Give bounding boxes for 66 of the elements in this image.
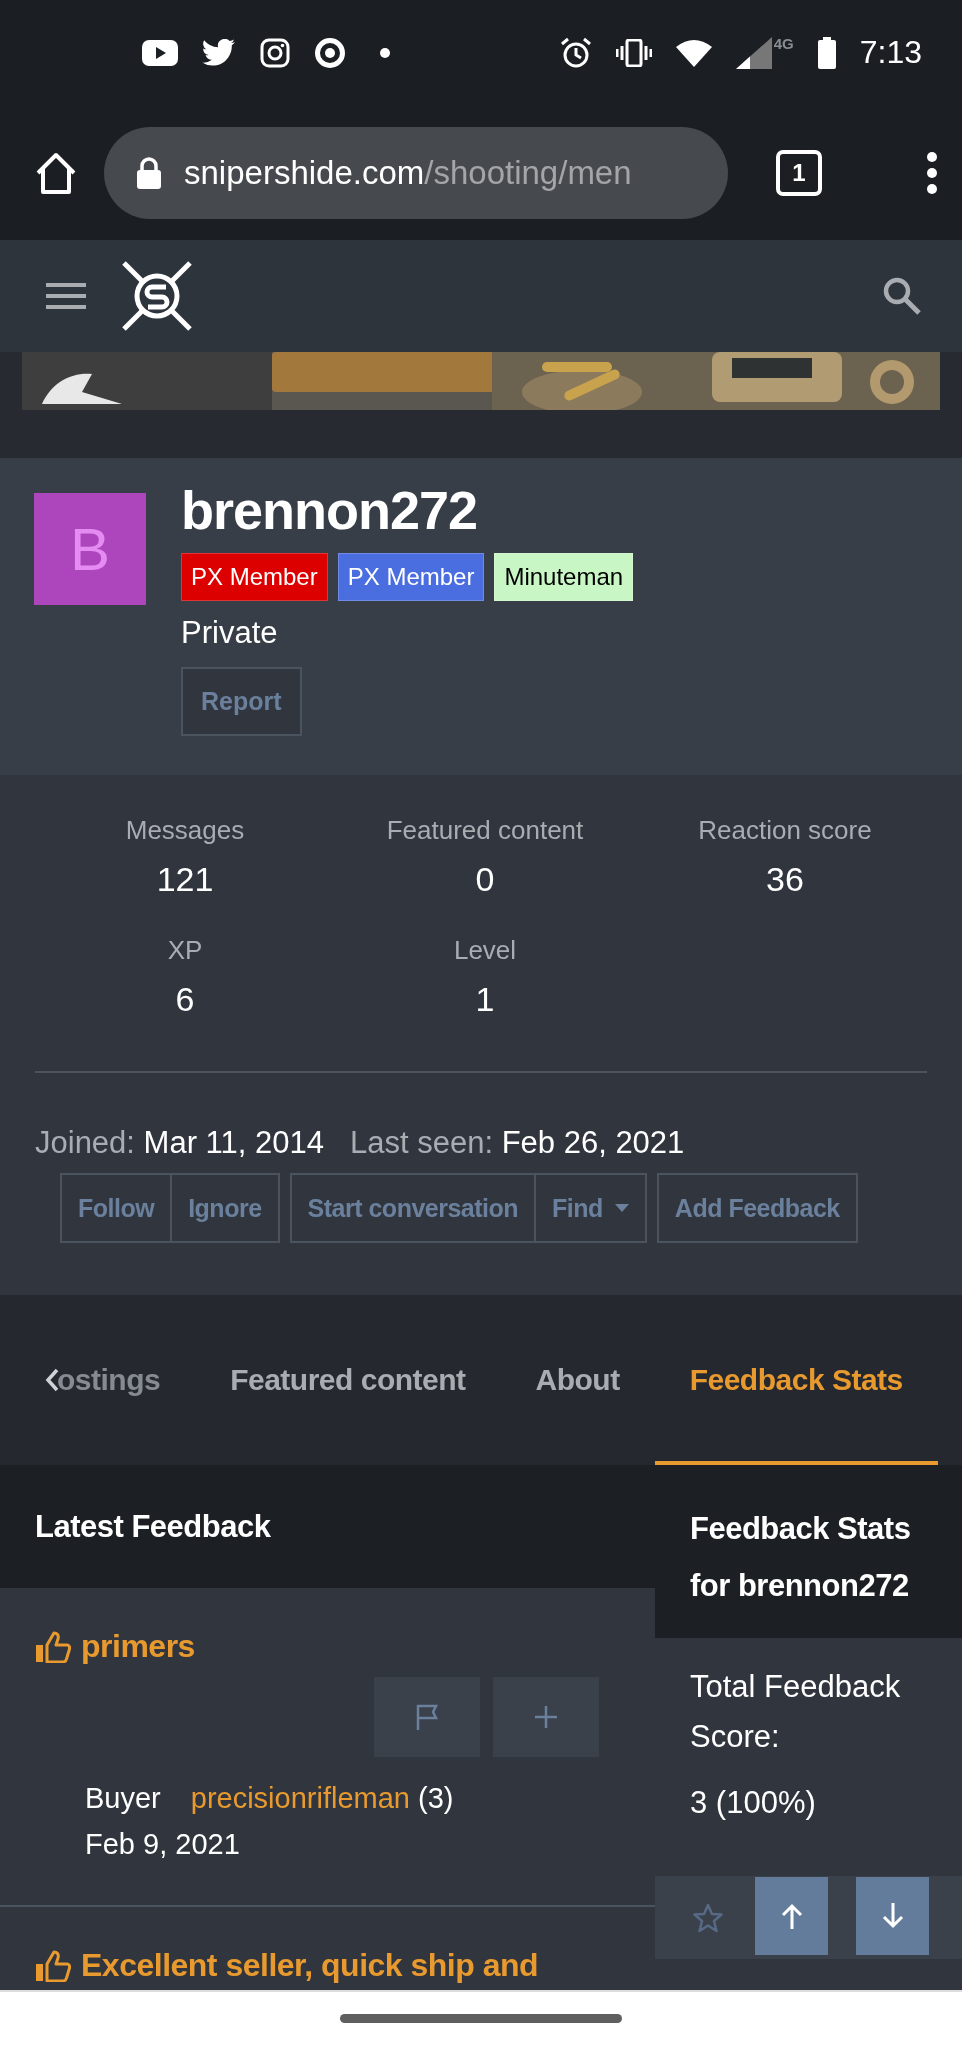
dot-icon xyxy=(380,47,390,58)
user-banner: Minuteman xyxy=(494,553,634,601)
date-info: Joined: Mar 11, 2014 xyxy=(35,1125,324,1161)
user-banner: PX Member xyxy=(181,553,328,601)
feedback-role: Buyer xyxy=(85,1782,161,1814)
profile-action-button[interactable]: Find xyxy=(534,1175,645,1241)
stat-value: 121 xyxy=(156,860,214,899)
tab-count-button[interactable]: 1 xyxy=(776,149,822,196)
caret-icon xyxy=(614,1204,629,1212)
member-link[interactable]: precisionrifleman xyxy=(190,1782,410,1814)
logo-icon[interactable] xyxy=(120,259,194,333)
battery-icon xyxy=(817,36,836,69)
star-icon xyxy=(693,1902,723,1933)
alarm-clock-icon xyxy=(559,36,592,69)
section-heading: Feedback Stats for brennon272 xyxy=(690,1511,911,1603)
play-icon xyxy=(142,39,178,66)
network-label: 4G xyxy=(773,35,794,52)
profile-action-button[interactable]: Follow xyxy=(62,1175,171,1241)
plus-icon xyxy=(535,1706,557,1728)
camera-icon xyxy=(260,37,290,68)
section-heading: Latest Feedback xyxy=(35,1508,271,1545)
vibrate-icon xyxy=(615,38,652,67)
score-value: 3 (100%) xyxy=(690,1784,817,1822)
profile-action-button[interactable]: Ignore xyxy=(170,1175,278,1241)
user-banner: PX Member xyxy=(337,553,485,601)
thumbs-up-icon xyxy=(35,1630,71,1663)
wifi-icon xyxy=(675,38,712,67)
home-icon[interactable] xyxy=(34,150,78,195)
bird-icon xyxy=(202,38,236,67)
stat-value: 1 xyxy=(475,980,495,1019)
flag-icon xyxy=(416,1704,438,1730)
signal-icon xyxy=(735,36,772,69)
stat-label: XP xyxy=(167,935,203,966)
feedback-date: Feb 9, 2021 xyxy=(85,1827,241,1862)
report-button[interactable]: Report xyxy=(181,667,302,736)
profile-action-button[interactable]: Add Feedback xyxy=(658,1175,856,1241)
feedback-title[interactable]: Excellent seller, quick ship and xyxy=(81,1947,539,1984)
scroll-left-icon[interactable] xyxy=(45,1368,59,1392)
thumbs-up-icon xyxy=(35,1949,71,1982)
arrow-down-icon xyxy=(881,1903,904,1929)
profile-tab[interactable]: About xyxy=(500,1295,655,1465)
more-options-icon[interactable] xyxy=(926,151,938,194)
user-title: Private xyxy=(181,615,278,651)
stat-label: Featured content xyxy=(386,815,584,846)
date-info: Last seen: Feb 26, 2021 xyxy=(349,1125,685,1161)
stat-value: 0 xyxy=(475,860,495,899)
stat-value: 36 xyxy=(766,860,804,899)
feedback-count: (3) xyxy=(418,1782,454,1814)
stat-label: Messages xyxy=(125,815,245,846)
profile-tab[interactable]: Featured content xyxy=(195,1295,501,1465)
home-handle[interactable] xyxy=(340,2014,622,2023)
ring-icon xyxy=(314,36,346,69)
search-icon[interactable] xyxy=(882,276,922,316)
stat-value: 6 xyxy=(175,980,195,1019)
profile-action-button[interactable]: Start conversation xyxy=(291,1175,535,1241)
stat-label: Level xyxy=(453,935,517,966)
profile-tab[interactable]: ostings xyxy=(57,1295,196,1465)
clock-time: 7:13 xyxy=(859,34,922,71)
username: brennon272 xyxy=(181,479,478,541)
address-bar[interactable]: snipershide.com/shooting/men xyxy=(104,126,728,219)
score-label: Total Feedback Score: xyxy=(690,1668,902,1756)
arrow-up-icon xyxy=(780,1903,803,1929)
feedback-title[interactable]: primers xyxy=(81,1628,195,1665)
lock-icon xyxy=(136,156,162,189)
menu-icon[interactable] xyxy=(46,282,86,310)
stat-label: Reaction score xyxy=(698,815,872,846)
